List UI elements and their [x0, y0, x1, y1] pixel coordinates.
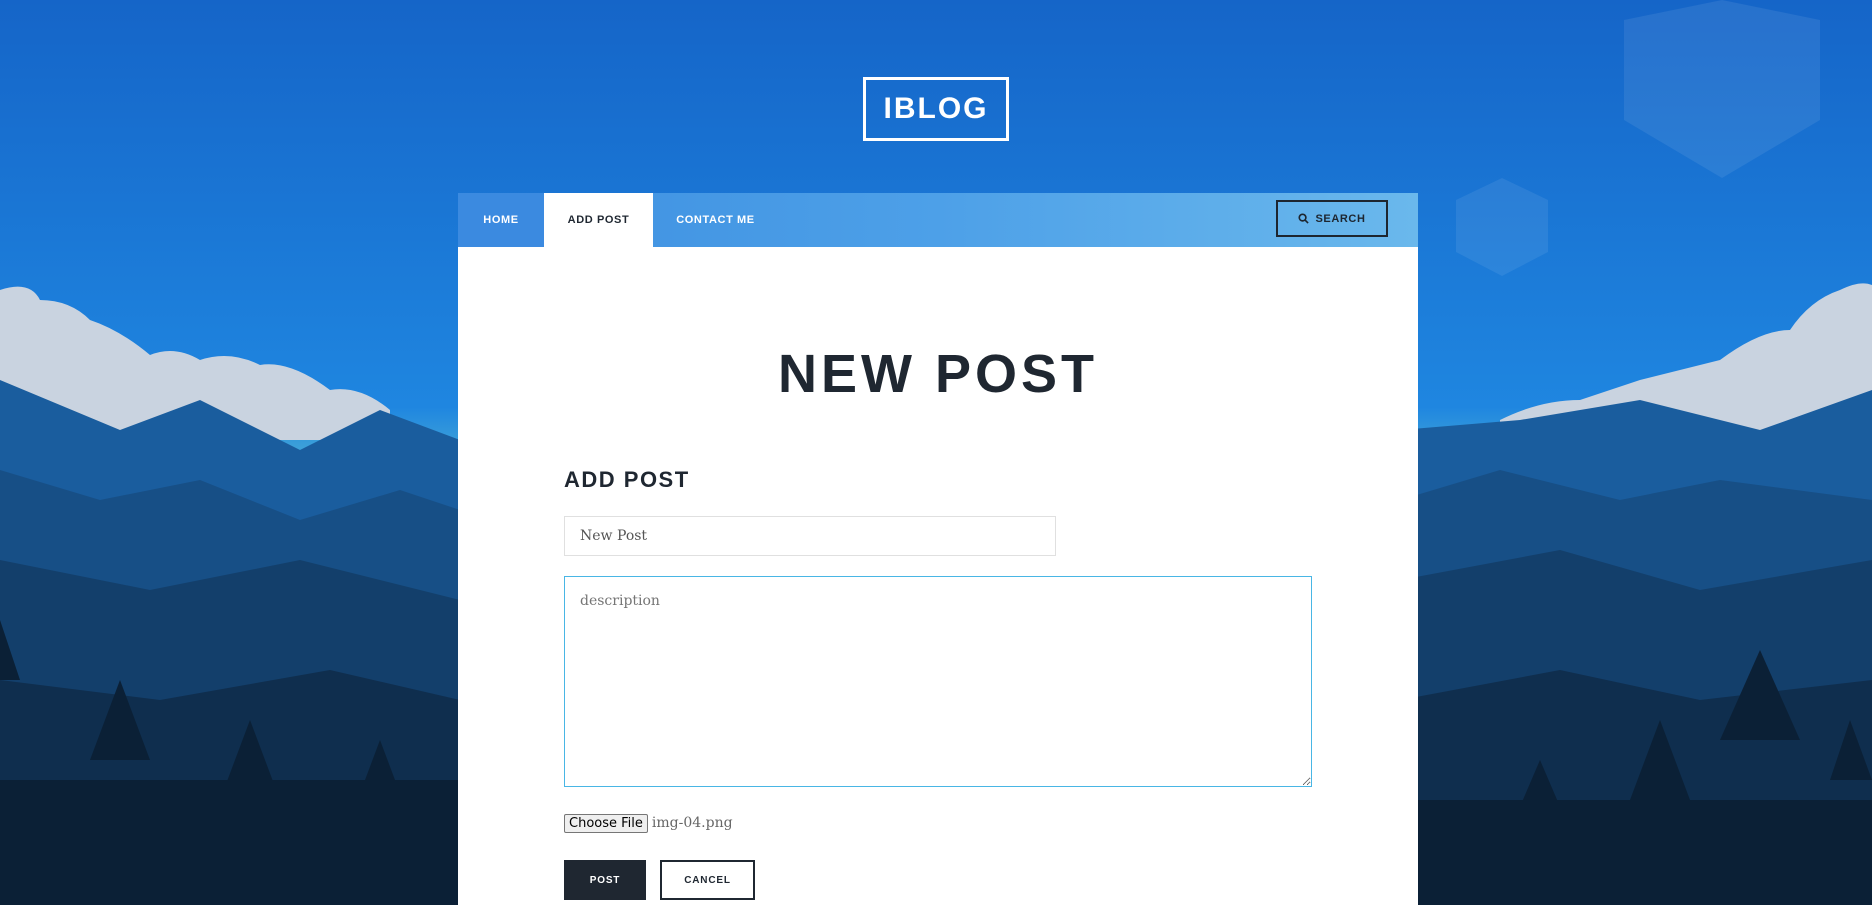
- search-icon: [1298, 213, 1310, 224]
- main-card: HOME ADD POST CONTACT ME SEARCH NEW POST…: [458, 193, 1418, 905]
- page-title: NEW POST: [777, 344, 1098, 404]
- top-nav: HOME ADD POST CONTACT ME SEARCH: [458, 193, 1418, 248]
- search-label: SEARCH: [1315, 212, 1366, 225]
- file-picker: Choose File img-04.png: [564, 813, 733, 833]
- post-button[interactable]: POST: [564, 860, 646, 900]
- form-heading: ADD POST: [564, 467, 690, 492]
- site-logo[interactable]: IBLOG: [863, 77, 1009, 141]
- cancel-button[interactable]: CANCEL: [660, 860, 755, 900]
- search-button[interactable]: SEARCH: [1276, 200, 1388, 237]
- nav-item-contact-me[interactable]: CONTACT ME: [653, 193, 778, 247]
- file-name: img-04.png: [651, 815, 733, 831]
- nav-item-home[interactable]: HOME: [458, 193, 544, 247]
- description-textarea[interactable]: [564, 576, 1312, 787]
- logo-wrap: IBLOG: [0, 77, 1872, 141]
- choose-file-button[interactable]: Choose File: [564, 813, 648, 833]
- post-title-input[interactable]: [564, 516, 1056, 556]
- nav-item-add-post[interactable]: ADD POST: [544, 193, 653, 248]
